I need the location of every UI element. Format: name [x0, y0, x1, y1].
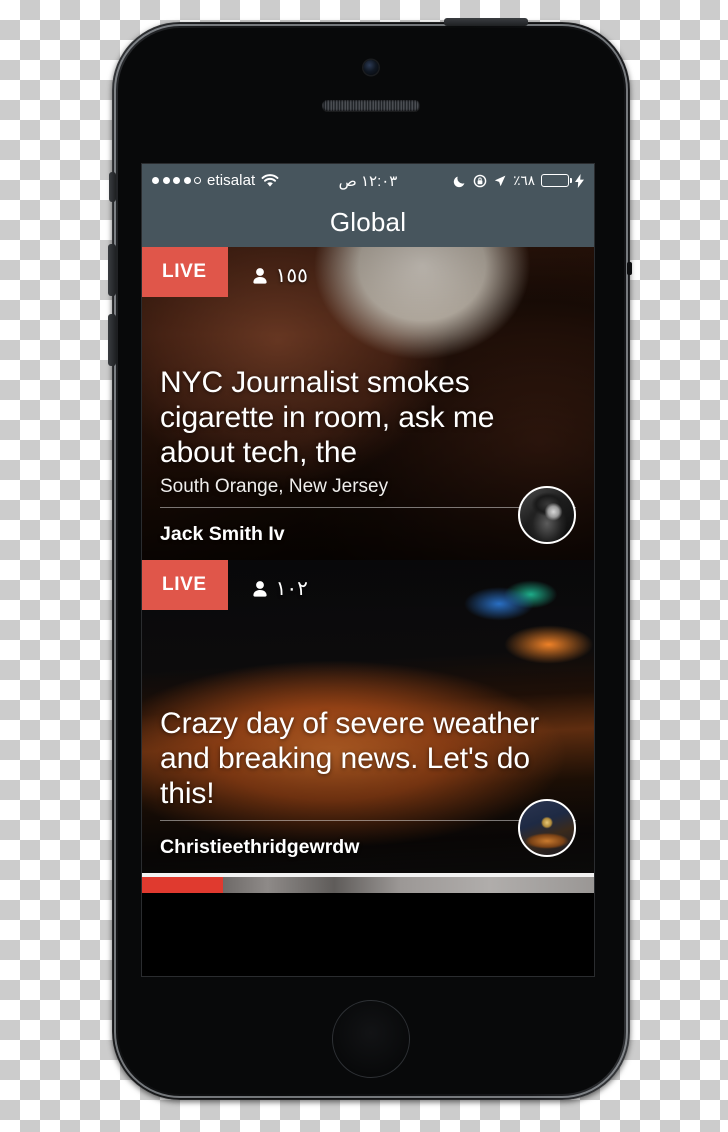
person-icon — [252, 267, 268, 285]
phone-screen: etisalat ١٢:٠٣ ص ٦٨٪ Global LIVE ١٥٥ NYC… — [142, 164, 594, 976]
stream-title: NYC Journalist smokes cigarette in room,… — [160, 365, 495, 469]
earpiece-speaker — [322, 100, 420, 111]
location-arrow-icon — [493, 174, 507, 188]
battery-percent-label: ٦٨٪ — [513, 172, 535, 188]
status-bar-right: ٦٨٪ — [453, 173, 584, 189]
stream-card-footer: Christieethridgewrdw — [160, 799, 576, 873]
volume-down-button[interactable] — [108, 314, 116, 366]
wifi-icon — [261, 173, 279, 188]
mute-switch[interactable] — [109, 172, 116, 202]
rotation-lock-icon — [473, 174, 487, 188]
front-camera-icon — [363, 60, 379, 75]
lightning-bolt-icon — [575, 173, 584, 188]
status-bar: etisalat ١٢:٠٣ ص ٦٨٪ — [142, 164, 594, 197]
stream-card-header: LIVE ١٥٥ — [142, 247, 594, 297]
stream-card-body: NYC Journalist smokes cigarette in room,… — [142, 365, 594, 560]
viewer-count: ١٠٢ — [228, 560, 308, 601]
viewer-count-value: ١٠٢ — [275, 578, 308, 600]
iphone-device: etisalat ١٢:٠٣ ص ٦٨٪ Global LIVE ١٥٥ NYC… — [108, 18, 632, 1100]
carrier-name: etisalat — [207, 172, 256, 189]
live-badge: LIVE — [142, 560, 228, 610]
stream-author: Christieethridgewrdw — [160, 835, 360, 858]
person-icon — [252, 580, 268, 598]
stream-title: Crazy day of severe weather and breaking… — [160, 706, 540, 810]
stream-card-header: LIVE ١٠٢ — [142, 560, 594, 610]
stream-thumbnail — [223, 877, 594, 893]
live-badge: LIVE — [142, 247, 228, 297]
page-title: Global — [142, 197, 594, 247]
avatar[interactable] — [518, 799, 576, 857]
avatar[interactable] — [518, 486, 576, 544]
status-bar-left: etisalat — [152, 172, 279, 189]
stream-card-peek[interactable] — [142, 877, 594, 893]
stream-feed-list[interactable]: LIVE ١٥٥ NYC Journalist smokes cigarette… — [142, 247, 594, 976]
volume-up-button[interactable] — [108, 244, 116, 296]
antenna-band — [627, 262, 632, 275]
live-badge — [142, 877, 224, 893]
stream-card-body: Crazy day of severe weather and breaking… — [142, 706, 594, 873]
home-button[interactable] — [332, 1000, 410, 1078]
power-button[interactable] — [444, 18, 528, 26]
moon-do-not-disturb-icon — [453, 174, 467, 188]
battery-icon — [541, 174, 573, 187]
stream-card[interactable]: LIVE ١٥٥ NYC Journalist smokes cigarette… — [142, 247, 594, 560]
stream-card-footer: Jack Smith Iv — [160, 486, 576, 560]
stream-author: Jack Smith Iv — [160, 522, 285, 545]
viewer-count: ١٥٥ — [228, 247, 308, 288]
viewer-count-value: ١٥٥ — [275, 265, 308, 287]
signal-strength-icon — [152, 177, 201, 184]
stream-location: South Orange, New Jersey — [160, 476, 389, 497]
stream-card[interactable]: LIVE ١٠٢ Crazy day of severe weather and… — [142, 560, 594, 873]
